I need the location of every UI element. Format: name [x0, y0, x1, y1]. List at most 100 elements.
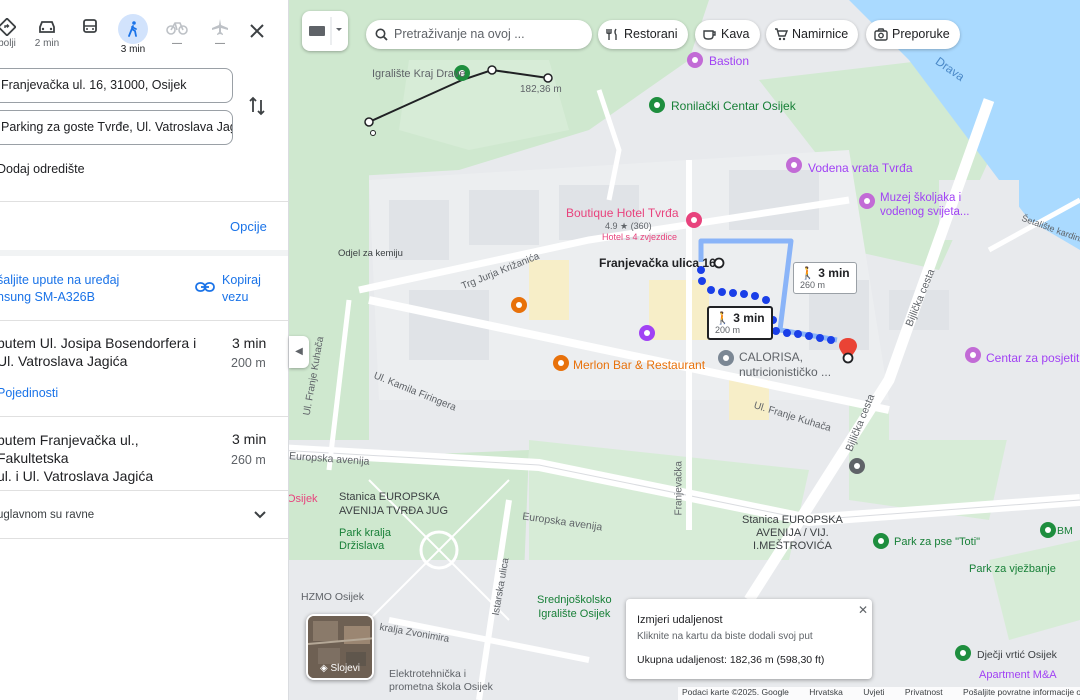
hotel-pin-icon[interactable]: [686, 212, 702, 228]
shop-pin-icon[interactable]: [1040, 522, 1056, 538]
attraction-pin-icon[interactable]: [687, 52, 703, 68]
dog-park-pin-icon[interactable]: [873, 533, 889, 549]
label-line: Elektrotehnička i: [389, 668, 467, 680]
map-canvas[interactable]: Igralište Kraj Drave 182,36 m Bastion Dr…: [289, 0, 1080, 700]
copy-link-button[interactable]: Kopiraj vezu: [222, 272, 261, 306]
divider: [0, 490, 288, 491]
send-to-device-link[interactable]: šaljite upute na uređaj nsung SM-A326B: [0, 272, 119, 306]
chip-label: Restorani: [624, 27, 678, 41]
chip-preporuke[interactable]: Preporuke: [866, 20, 960, 49]
label-park-kralja: Park kralja Držislava: [339, 527, 391, 553]
attraction-pin-icon[interactable]: [786, 157, 802, 173]
label-djecji: Dječji vrtić Osijek: [977, 649, 1057, 661]
search-box[interactable]: Pretraživanje na ovoj ...: [366, 20, 592, 49]
route-title-line: putem Franjevačka ul., Fakultetska: [0, 432, 139, 466]
copy-link-line1: Kopiraj: [222, 273, 261, 287]
route-distance: 260 m: [231, 453, 266, 467]
mode-bike-label: —: [172, 38, 182, 49]
label-boutique-rating: 4.9 ★ (360): [605, 221, 652, 231]
route-time: 3 min: [232, 431, 267, 447]
museum-pin-icon[interactable]: [859, 193, 875, 209]
close-icon[interactable]: [246, 20, 268, 42]
elevation-note: uglavnom su ravne: [0, 509, 95, 521]
visitor-center-pin-icon[interactable]: [965, 347, 981, 363]
footer-privacy[interactable]: Privatnost: [905, 687, 943, 697]
label-line: Park kralja: [339, 527, 391, 539]
label-boutique-stars: Hotel s 4 zvjezdice: [602, 232, 678, 242]
label-bm: BM: [1057, 525, 1073, 537]
footer-terms[interactable]: Uvjeti: [863, 687, 884, 697]
label-line: Igralište Osijek: [538, 608, 611, 620]
chip-kava[interactable]: Kava: [695, 20, 760, 49]
chip-namirnice[interactable]: Namirnice: [766, 20, 859, 49]
origin-input[interactable]: Franjevačka ul. 16, 31000, Osijek: [0, 68, 233, 103]
mode-bike[interactable]: —: [157, 14, 197, 49]
divider: [0, 538, 288, 539]
send-to-device-line1: šaljite upute na uređaj: [0, 273, 120, 287]
label-park-vjezbanje: Park za vježbanje: [969, 563, 1056, 575]
collapse-panel-button[interactable]: ◀: [289, 336, 309, 368]
walk-distance: 260 m: [800, 280, 826, 290]
close-icon[interactable]: ✕: [858, 603, 868, 617]
route-title-line: Ul. Vatroslava Jagića: [0, 353, 128, 369]
label-park-toti: Park za pse "Toti": [894, 536, 981, 548]
mode-walk[interactable]: 3 min: [113, 14, 153, 55]
send-to-device-line2: nsung SM-A326B: [0, 290, 95, 304]
options-button[interactable]: Opcije: [230, 219, 267, 234]
mode-best[interactable]: bolji: [0, 14, 27, 49]
label-line: I.MEŠTROVIĆA: [753, 540, 832, 552]
kindergarten-pin-icon[interactable]: [955, 645, 971, 661]
section-divider: [0, 250, 288, 256]
footer-country[interactable]: Hrvatska: [809, 687, 843, 697]
label-line: AVENIJA / VIJ.: [756, 527, 829, 539]
shop-pin-icon[interactable]: [718, 350, 734, 366]
route-time-box-selected[interactable]: 🚶 3 min 200 m: [707, 306, 773, 340]
label-bastion: Bastion: [709, 54, 750, 68]
layers-button[interactable]: ◈ Slojevi: [306, 614, 374, 680]
label-osijek: Osijek: [289, 493, 318, 505]
coffee-icon: [703, 30, 716, 40]
label-line: Stanica EUROPSKA: [742, 514, 843, 526]
bus-stop-icon[interactable]: [849, 458, 865, 474]
label-line: Srednjoškolsko: [537, 594, 612, 606]
mode-car[interactable]: 2 min: [27, 14, 67, 49]
swap-arrows-icon[interactable]: [248, 95, 266, 117]
camera-icon: [874, 28, 888, 41]
measure-distance-label: 182,36 m: [520, 84, 562, 95]
measure-total: Ukupna udaljenost: 182,36 m (598,30 ft): [637, 654, 825, 666]
label-line: AVENIJA TVRĐA JUG: [339, 505, 449, 517]
bicycle-icon: [166, 22, 188, 35]
link-icon[interactable]: [195, 280, 215, 294]
add-destination[interactable]: Dodaj odredište: [0, 162, 85, 176]
restaurant-pin-icon[interactable]: [511, 297, 527, 313]
mode-car-label: 2 min: [34, 38, 60, 49]
label-boutique-hotel: Boutique Hotel Tvrđa: [566, 206, 679, 220]
landmark-pin-icon[interactable]: [639, 325, 655, 341]
footer-feedback[interactable]: Pošaljite povratne informacije o proizvo…: [963, 687, 1080, 697]
airplane-icon: [212, 19, 228, 35]
mode-transit[interactable]: [70, 14, 110, 38]
restaurant-pin-icon[interactable]: [553, 355, 569, 371]
search-icon: [375, 28, 388, 41]
cart-icon: [775, 28, 788, 41]
label-centar: Centar za posjetit: [986, 351, 1080, 365]
route-title-line: ul. i Ul. Vatroslava Jagića: [0, 468, 154, 484]
sport-pin-icon[interactable]: [649, 97, 665, 113]
walk-time: 🚶 3 min: [715, 311, 765, 325]
label-line: Muzej školjaka i: [880, 192, 962, 204]
destination-input[interactable]: Parking za goste Tvrđe, Ul. Vatroslava J…: [0, 110, 233, 145]
chevron-down-icon[interactable]: [252, 508, 268, 522]
label-vodena-vrata: Vodena vrata Tvrđa: [808, 161, 913, 175]
keyboard-toggle-button[interactable]: [302, 11, 348, 51]
chip-restorani[interactable]: Restorani: [598, 20, 688, 49]
label-franjevacka-16: Franjevačka ulica 16: [599, 256, 716, 270]
mode-best-label: bolji: [0, 38, 16, 49]
mode-flight[interactable]: —: [200, 14, 240, 49]
footer-map-data: Podaci karte ©2025. Google: [682, 687, 789, 697]
route-details-link[interactable]: Pojedinosti: [0, 386, 58, 400]
label-stanica-tvrda-jug: Stanica EUROPSKA AVENIJA TVRĐA JUG: [339, 490, 448, 518]
route-time-box[interactable]: 🚶 3 min 260 m: [793, 262, 857, 294]
directions-panel: bolji 2 min 3 min — — Franjevačka ul. 16…: [0, 0, 289, 700]
layers-icon: ◈: [320, 663, 331, 674]
label-ronilacki: Ronilački Centar Osijek: [671, 99, 796, 113]
